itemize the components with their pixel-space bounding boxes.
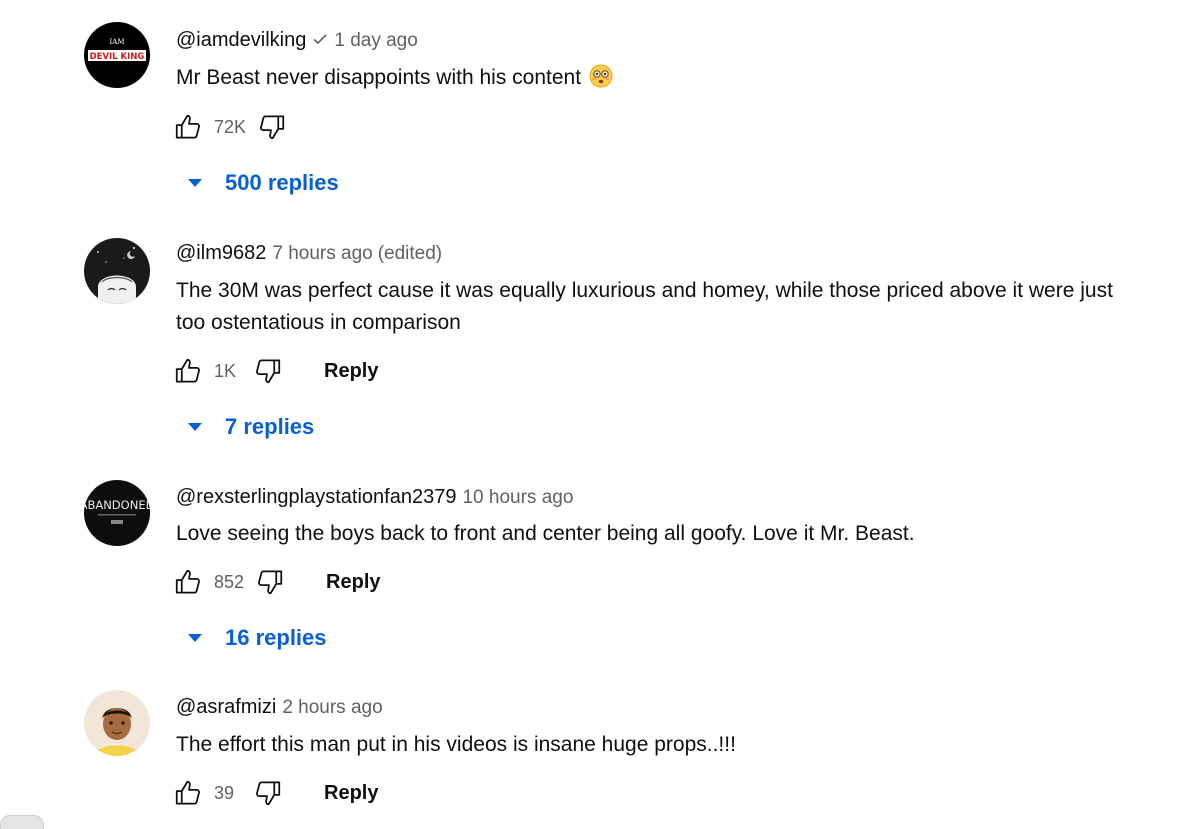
thumbs-up-icon[interactable] xyxy=(172,777,204,809)
comment-text: The 30M was perfect cause it was equally… xyxy=(176,279,1113,334)
replies-count-label: 500 replies xyxy=(225,170,339,195)
checkmark-icon xyxy=(312,28,328,54)
like-count: 39 xyxy=(214,782,235,803)
comment-header: @iamdevilking 1 day ago xyxy=(176,27,418,54)
reply-button[interactable]: Reply xyxy=(326,571,380,594)
caret-down-icon xyxy=(186,629,204,647)
comment-header: @ilm9682 7 hours ago (edited) xyxy=(176,240,442,267)
edited-label: (edited) xyxy=(377,243,443,264)
comment-actions: 72K xyxy=(172,107,288,147)
comment-time[interactable]: 7 hours ago xyxy=(272,243,372,264)
avatar[interactable] xyxy=(84,690,150,756)
comment-time[interactable]: 1 day ago xyxy=(334,30,417,51)
replies-count-label: 16 replies xyxy=(225,625,327,650)
thumbs-up-icon[interactable] xyxy=(172,111,204,143)
caret-down-icon xyxy=(186,418,204,436)
replies-count-label: 7 replies xyxy=(225,414,315,439)
svg-text:DEVIL KING: DEVIL KING xyxy=(90,52,145,62)
thumbs-up-icon[interactable] xyxy=(172,355,204,387)
like-count: 1K xyxy=(214,360,237,381)
flushed-face-icon xyxy=(589,64,613,98)
scroll-handle[interactable] xyxy=(0,815,44,829)
comment-header: @rexsterlingplaystationfan2379 10 hours a… xyxy=(176,484,573,511)
author-name[interactable]: @ilm9682 xyxy=(176,242,266,264)
author-name[interactable]: @asrafmizi xyxy=(176,696,276,718)
author-name[interactable]: @rexsterlingplaystationfan2379 xyxy=(176,486,456,508)
comment-body: Mr Beast never disappoints with his cont… xyxy=(176,66,582,89)
thumbs-down-icon[interactable] xyxy=(254,566,286,598)
avatar[interactable]: IAM DEVIL KING xyxy=(84,22,150,88)
avatar[interactable]: ABANDONED xyxy=(84,480,150,546)
comment-time[interactable]: 2 hours ago xyxy=(282,697,382,718)
comment-time[interactable]: 10 hours ago xyxy=(462,487,573,508)
view-replies-button[interactable]: 16 replies xyxy=(186,620,327,656)
reply-button[interactable]: Reply xyxy=(324,360,378,383)
reply-button[interactable]: Reply xyxy=(324,782,378,805)
comment-header: @asrafmizi 2 hours ago xyxy=(176,694,383,721)
thumbs-up-icon[interactable] xyxy=(172,566,204,598)
thumbs-down-icon[interactable] xyxy=(252,355,284,387)
like-count: 852 xyxy=(214,571,245,592)
comment-actions: 39 Reply xyxy=(172,773,378,813)
comment-text: Mr Beast never disappoints with his cont… xyxy=(176,62,1136,98)
comment-actions: 1K Reply xyxy=(172,351,378,391)
author-name[interactable]: @iamdevilking xyxy=(176,29,306,51)
comment-text: The effort this man put in his videos is… xyxy=(176,733,736,756)
view-replies-button[interactable]: 500 replies xyxy=(186,165,339,201)
avatar[interactable] xyxy=(84,238,150,304)
comments-section: IAM DEVIL KING @iamdevilking 1 day ago Mr… xyxy=(0,0,1200,829)
thumbs-down-icon[interactable] xyxy=(256,111,288,143)
comment-actions: 852 Reply xyxy=(172,562,381,602)
comment-text: Love seeing the boys back to front and c… xyxy=(176,522,915,545)
svg-text:IAM: IAM xyxy=(110,38,125,46)
svg-text:ABANDONED: ABANDONED xyxy=(84,498,150,512)
thumbs-down-icon[interactable] xyxy=(252,777,284,809)
caret-down-icon xyxy=(186,174,204,192)
view-replies-button[interactable]: 7 replies xyxy=(186,409,314,445)
like-count: 72K xyxy=(214,116,247,137)
